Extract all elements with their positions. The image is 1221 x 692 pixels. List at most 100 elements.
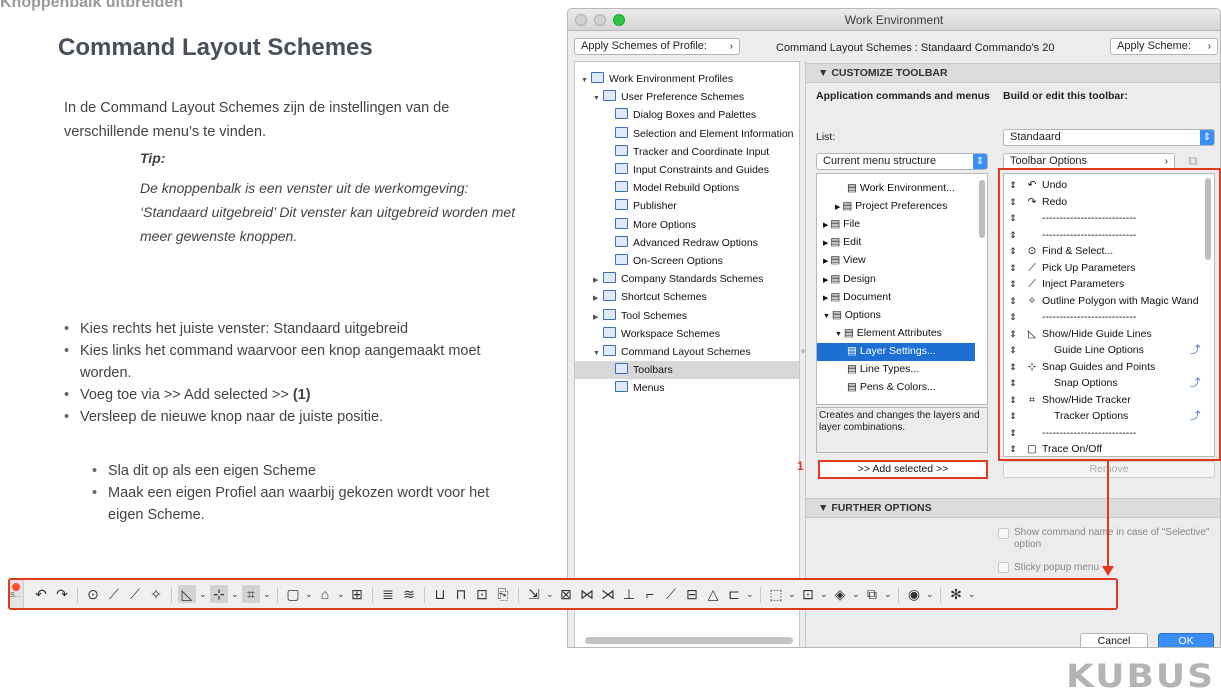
find-select-icon[interactable]: ⊙ (84, 585, 102, 603)
tree-item[interactable]: Publisher (575, 197, 799, 215)
align-icon[interactable]: ⊔ (431, 585, 449, 603)
tree-item[interactable]: ▼ Work Environment Profiles (575, 70, 799, 88)
tree-item[interactable]: Model Rebuild Options (575, 179, 799, 197)
view-3d-icon[interactable]: ⬚ (767, 585, 785, 603)
move-icon[interactable]: ⇲ (525, 585, 543, 603)
adjust-icon[interactable]: ⋈ (578, 585, 596, 603)
teamwork-icon[interactable]: ✻ (947, 585, 965, 603)
distribute-icon[interactable]: ⊓ (452, 585, 470, 603)
chevron-down-icon[interactable]: ⌄ (337, 585, 345, 603)
chevron-down-icon[interactable]: ⌄ (884, 585, 892, 603)
intersect-icon[interactable]: ⋊ (599, 585, 617, 603)
lock-icon[interactable]: ⌂ (316, 585, 334, 603)
chevron-down-icon[interactable]: ⌄ (305, 585, 313, 603)
command-item[interactable]: ▤ Pens & Colors... (817, 379, 975, 397)
tree-item[interactable]: Workspace Schemes (575, 325, 799, 343)
tree-item[interactable]: Tracker and Coordinate Input (575, 143, 799, 161)
command-item[interactable]: ▼ ▤ Options (817, 307, 975, 325)
chevron-down-icon[interactable]: ⌄ (546, 585, 554, 603)
pick-up-icon[interactable]: ⟋ (105, 585, 123, 603)
tree-item[interactable]: Toolbars (575, 361, 799, 380)
apply-profile-popup[interactable]: Apply Schemes of Profile: › (574, 38, 740, 55)
tree-item[interactable]: More Options (575, 216, 799, 234)
layers-icon[interactable]: ≣ (379, 585, 397, 603)
toolbar-grip[interactable]: S... (10, 580, 24, 608)
apply-profile-label: Apply Schemes of Profile: (581, 40, 707, 52)
roof-icon[interactable]: △ (704, 585, 722, 603)
toolbar-list-select[interactable]: Standaard ⇕ (1003, 129, 1215, 146)
customize-toolbar-header[interactable]: ▼ CUSTOMIZE TOOLBAR (806, 63, 1220, 83)
trace-icon[interactable]: ▢ (284, 585, 302, 603)
tree-item[interactable]: ▼ User Preference Schemes (575, 88, 799, 106)
guide-lines-icon[interactable]: ◺ (178, 585, 196, 603)
show-command-name-checkbox[interactable] (998, 528, 1009, 539)
command-item[interactable]: ▤ Layer Settings... (817, 342, 975, 361)
sticky-popup-checkbox[interactable] (998, 562, 1009, 573)
tree-item[interactable]: Dialog Boxes and Palettes (575, 106, 799, 124)
tree-item[interactable]: Advanced Redraw Options (575, 234, 799, 252)
command-item[interactable]: ▶ ▤ File (817, 216, 975, 234)
tree-item[interactable]: Selection and Element Information (575, 125, 799, 143)
split-icon[interactable]: ⊠ (557, 585, 575, 603)
further-options-header[interactable]: ▼ FURTHER OPTIONS (806, 498, 1220, 518)
tree-item[interactable]: On-Screen Options (575, 252, 799, 270)
trim-icon[interactable]: ⊥ (620, 585, 638, 603)
tree-item[interactable]: Input Constraints and Guides (575, 161, 799, 179)
command-item[interactable]: ▤ Work Environment... (817, 180, 975, 198)
render-icon[interactable]: ◈ (831, 585, 849, 603)
commands-scrollbar[interactable] (979, 180, 985, 238)
command-item[interactable]: ▶ ▤ View (817, 252, 975, 270)
magic-wand-icon[interactable]: ✧ (147, 585, 165, 603)
chevron-down-icon[interactable]: ⌄ (968, 585, 976, 603)
command-item[interactable]: ▤ Line Types... (817, 361, 975, 379)
chevron-down-icon[interactable]: ⌄ (820, 585, 828, 603)
copy-icon[interactable]: ⎘ (494, 585, 512, 603)
horizontal-scrollbar[interactable] (585, 637, 793, 644)
chevron-down-icon[interactable]: ⌄ (926, 585, 934, 603)
command-item[interactable]: ▶ ▤ Edit (817, 234, 975, 252)
command-item[interactable]: ▼ ▤ Element Attributes (817, 325, 975, 343)
disclosure-triangle-icon[interactable]: ▼ (835, 331, 844, 338)
inject-icon[interactable]: ⟋ (126, 585, 144, 603)
close-toolbar-icon[interactable] (12, 583, 20, 591)
globe-icon[interactable]: ◉ (905, 585, 923, 603)
curve-icon[interactable]: ⟋ (662, 585, 680, 603)
fillet-icon[interactable]: ⌐ (641, 585, 659, 603)
snap-icon[interactable]: ⊹ (210, 585, 228, 603)
command-item[interactable]: ▶ ▤ Project Preferences (817, 198, 975, 216)
tree-item[interactable]: ▶ Shortcut Schemes (575, 288, 799, 306)
chevron-down-icon[interactable]: ⌄ (199, 585, 207, 603)
offset-icon[interactable]: ⊟ (683, 585, 701, 603)
tree-item[interactable]: ▶ Company Standards Schemes (575, 270, 799, 288)
camera-icon[interactable]: ⧉ (863, 585, 881, 603)
tree-item[interactable]: ▶ Tool Schemes (575, 307, 799, 325)
command-label: Pens & Colors... (859, 381, 936, 394)
chevron-down-icon[interactable]: ⌄ (231, 585, 239, 603)
stretch-icon[interactable]: ⊡ (473, 585, 491, 603)
menu-structure-select[interactable]: Current menu structure ⇕ (816, 153, 988, 170)
redo-icon[interactable]: ↷ (53, 585, 71, 603)
command-item[interactable]: ▶ ▤ Document (817, 289, 975, 307)
section-icon[interactable]: ⊡ (799, 585, 817, 603)
chevron-down-icon[interactable]: ⌄ (788, 585, 796, 603)
ok-button[interactable]: OK (1158, 633, 1214, 647)
add-selected-button[interactable]: >> Add selected >> (818, 460, 988, 479)
coordinates-icon[interactable]: ⊞ (348, 585, 366, 603)
tree-item-label: More Options (633, 218, 697, 231)
command-item[interactable]: ▶ ▤ Design (817, 271, 975, 289)
line-types-icon[interactable]: ≋ (400, 585, 418, 603)
tree-item[interactable]: Menus (575, 379, 799, 397)
tree-item-label: Work Environment Profiles (609, 73, 734, 85)
chevron-down-icon[interactable]: ⌄ (263, 585, 271, 603)
chevron-down-icon[interactable]: ⌄ (852, 585, 860, 603)
chevron-down-icon[interactable]: ⌄ (746, 585, 754, 603)
cancel-button[interactable]: Cancel (1080, 633, 1148, 647)
remove-button[interactable]: Remove (1003, 461, 1215, 478)
apply-scheme-popup[interactable]: Apply Scheme: › (1110, 38, 1218, 55)
tracker-icon[interactable]: ⌗ (242, 585, 260, 603)
undo-icon[interactable]: ↶ (32, 585, 50, 603)
tree-item[interactable]: ▼ Command Layout Schemes (575, 343, 799, 361)
group-icon[interactable]: ⊏ (725, 585, 743, 603)
disclosure-triangle-icon[interactable]: ▼ (823, 313, 832, 320)
window-titlebar[interactable]: Work Environment (568, 9, 1220, 31)
